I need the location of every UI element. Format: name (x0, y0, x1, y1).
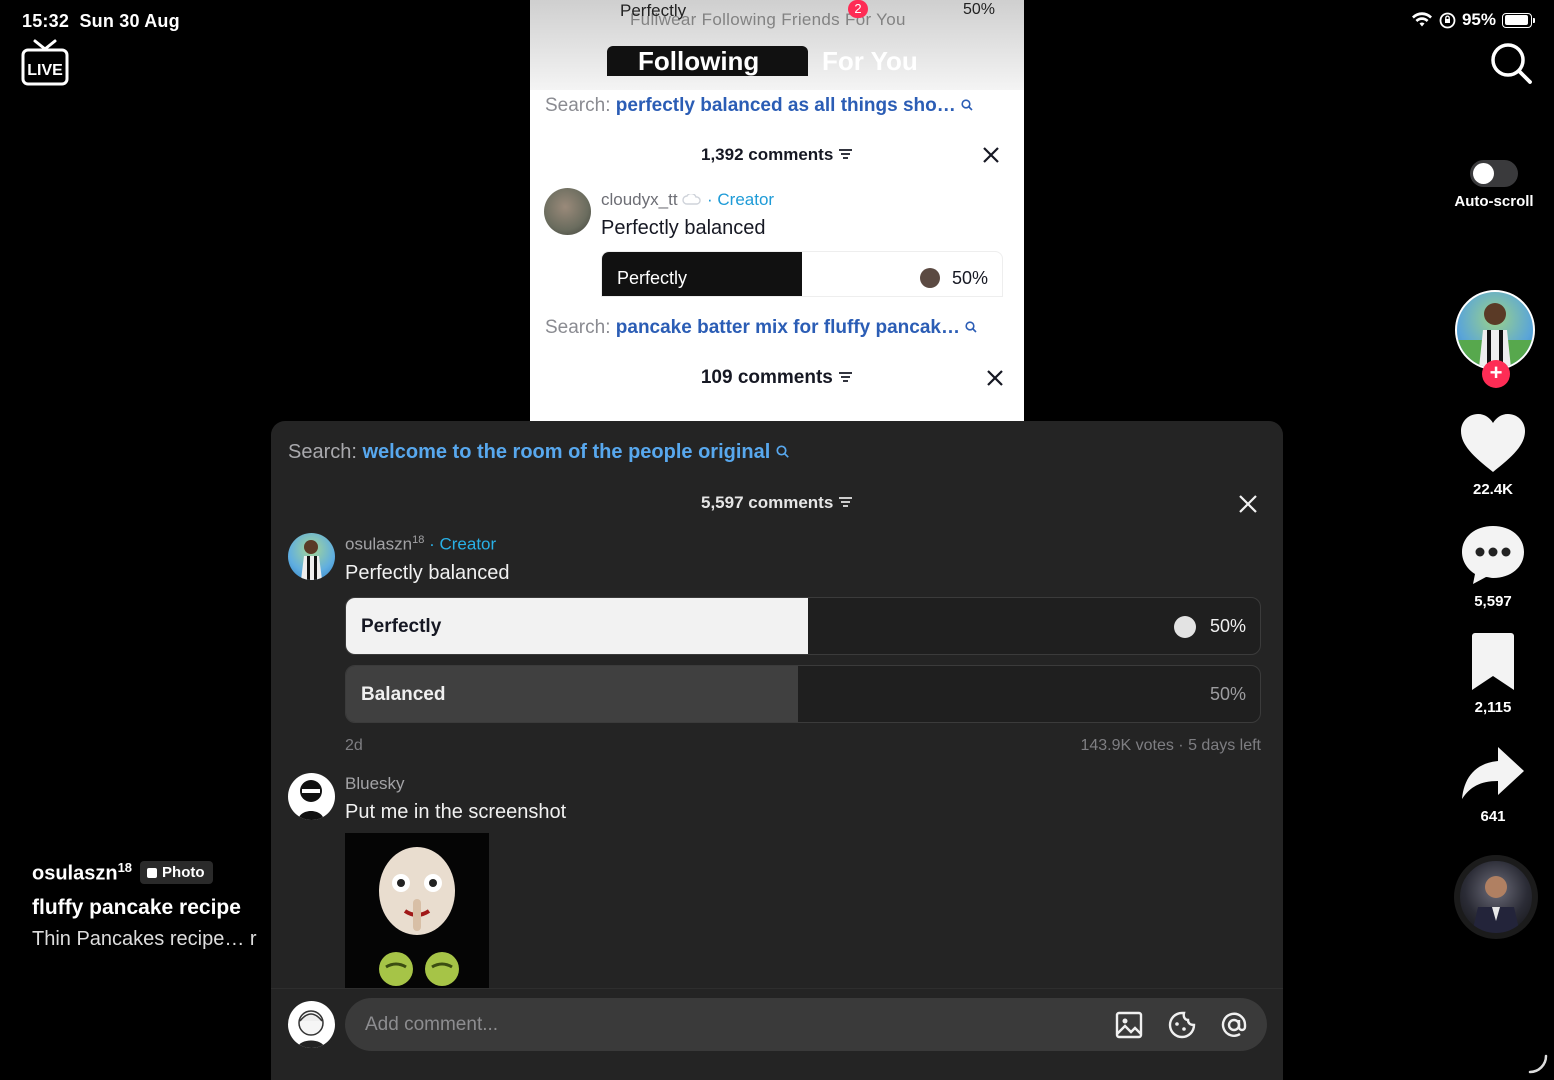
like-count: 22.4K (1472, 481, 1514, 498)
close-icon (987, 370, 1003, 386)
search-icon (961, 99, 973, 111)
commenter-avatar-image (301, 540, 322, 580)
screenshot-top-label: Perfectly (620, 1, 687, 20)
screenshot-comment-text: Perfectly balanced (601, 217, 766, 239)
like-action[interactable]: 22.4K (1448, 412, 1538, 498)
cloud-icon (682, 192, 701, 205)
photo-badge: Photo (140, 861, 213, 885)
status-icons: 95% (1411, 10, 1535, 30)
share-action[interactable]: 641 (1448, 745, 1538, 825)
screenshot-voter-avatar (920, 268, 940, 288)
close-icon (983, 147, 999, 163)
auto-scroll-control[interactable]: Auto-scroll (1448, 160, 1540, 211)
screenshot-comment-count: 1,392 comments (530, 145, 1024, 165)
creator-avatar-image (1457, 303, 1533, 368)
search-icon[interactable] (1488, 40, 1534, 86)
auto-scroll-toggle[interactable] (1470, 160, 1518, 187)
poll-option-percent: 50% (1209, 616, 1246, 636)
screenshot-tab-following: Following (638, 46, 760, 76)
search-icon (776, 445, 789, 458)
heart-icon[interactable] (1459, 412, 1527, 474)
music-disc[interactable] (1454, 855, 1538, 939)
sort-icon (839, 372, 853, 382)
poll-option-perfectly[interactable]: Perfectly 50% (345, 597, 1261, 655)
orientation-lock-icon (1439, 12, 1456, 28)
screenshot-notification-badge: 2 (848, 0, 868, 18)
follow-plus-button[interactable]: + (1482, 360, 1510, 388)
post-caption: osulaszn18 Photo fluffy pancake recipe T… (32, 860, 272, 951)
poll-votes: 143.9K votes · 5 days left (1080, 737, 1261, 754)
post-author[interactable]: osulaszn18 Photo (32, 860, 272, 886)
image-icon[interactable] (1114, 1010, 1144, 1040)
screenshot-commenter-name: cloudyx_tt · Creator (601, 190, 775, 209)
post-title: fluffy pancake recipe (32, 895, 241, 919)
post-description[interactable]: Thin Pancakes recipe… r (32, 928, 272, 951)
music-disc-image (1472, 876, 1520, 933)
commenter-avatar-image (298, 780, 324, 820)
poll-option-label: Balanced (361, 684, 446, 705)
puppet-image (379, 847, 459, 986)
poll-option-balanced[interactable]: Balanced 50% (345, 665, 1261, 723)
commenter-name[interactable]: osulaszn18 · Creator (345, 534, 496, 555)
screenshot-search-suggestion: Search: perfectly balanced as all things… (545, 95, 973, 117)
share-arrow-icon[interactable] (1460, 745, 1526, 801)
screenshot-tab-for-you: For You (822, 46, 918, 76)
mention-icon[interactable] (1219, 1010, 1249, 1040)
bookmark-icon[interactable] (1468, 632, 1518, 692)
commenter-name[interactable]: Bluesky (345, 774, 405, 794)
svg-text:LIVE: LIVE (27, 62, 63, 79)
voter-avatar (1174, 616, 1196, 638)
sort-icon (839, 149, 853, 159)
save-count: 2,115 (1474, 699, 1512, 716)
photo-icon (147, 867, 158, 878)
screenshot-search-suggestion-2: Search: pancake batter mix for fluffy pa… (545, 317, 977, 339)
close-icon[interactable] (1237, 493, 1259, 515)
screenshot-commenter-avatar (544, 188, 591, 235)
my-avatar[interactable] (288, 1001, 335, 1048)
commenter-avatar[interactable] (288, 773, 335, 820)
poll-option-percent: 50% (1209, 684, 1246, 704)
loading-indicator-icon (1528, 1054, 1548, 1074)
comment-count-header[interactable]: 5,597 comments (271, 493, 1283, 513)
poll-meta: 2d 143.9K votes · 5 days left (345, 737, 1261, 755)
battery-percent: 95% (1461, 10, 1496, 29)
search-suggestion[interactable]: Search: welcome to the room of the peopl… (288, 441, 789, 464)
poll-option-label: Perfectly (361, 616, 442, 637)
battery-icon (1502, 12, 1535, 28)
embedded-screenshot: Fullwear Following Friends For You Perfe… (530, 0, 1024, 421)
auto-scroll-label: Auto-scroll (1454, 193, 1534, 210)
comment-bubble-icon[interactable] (1460, 524, 1526, 586)
comment-text: Perfectly balanced (345, 562, 510, 584)
comment-text: Put me in the screenshot (345, 801, 567, 823)
share-count: 641 (1480, 808, 1506, 825)
my-avatar-image (297, 1010, 325, 1048)
commenter-avatar[interactable] (288, 533, 335, 580)
search-icon (965, 321, 977, 333)
screenshot-poll-percent: 50% (951, 268, 988, 288)
sort-icon[interactable] (838, 496, 853, 508)
comments-panel: Search: welcome to the room of the peopl… (271, 421, 1283, 1080)
save-action[interactable]: 2,115 (1448, 632, 1538, 716)
screenshot-poll-label: Perfectly (617, 268, 688, 288)
creator-avatar[interactable] (1455, 290, 1535, 370)
comment-composer (271, 988, 1283, 1080)
comment-count: 5,597 (1474, 593, 1512, 610)
live-tv-icon[interactable]: LIVE (20, 38, 70, 88)
comment-age: 2d (345, 737, 363, 754)
status-time: 15:32 Sun 30 Aug (22, 11, 180, 31)
screenshot-comment-count-2: 109 comments (530, 367, 1024, 389)
wifi-icon (1411, 12, 1432, 27)
screenshot-top-percent: 50% (963, 1, 996, 18)
screenshot-poll-option: Perfectly 50% (601, 251, 1003, 297)
comment-action[interactable]: 5,597 (1448, 524, 1538, 610)
emoji-icon[interactable] (1167, 1010, 1197, 1040)
comment-image[interactable] (345, 833, 489, 988)
